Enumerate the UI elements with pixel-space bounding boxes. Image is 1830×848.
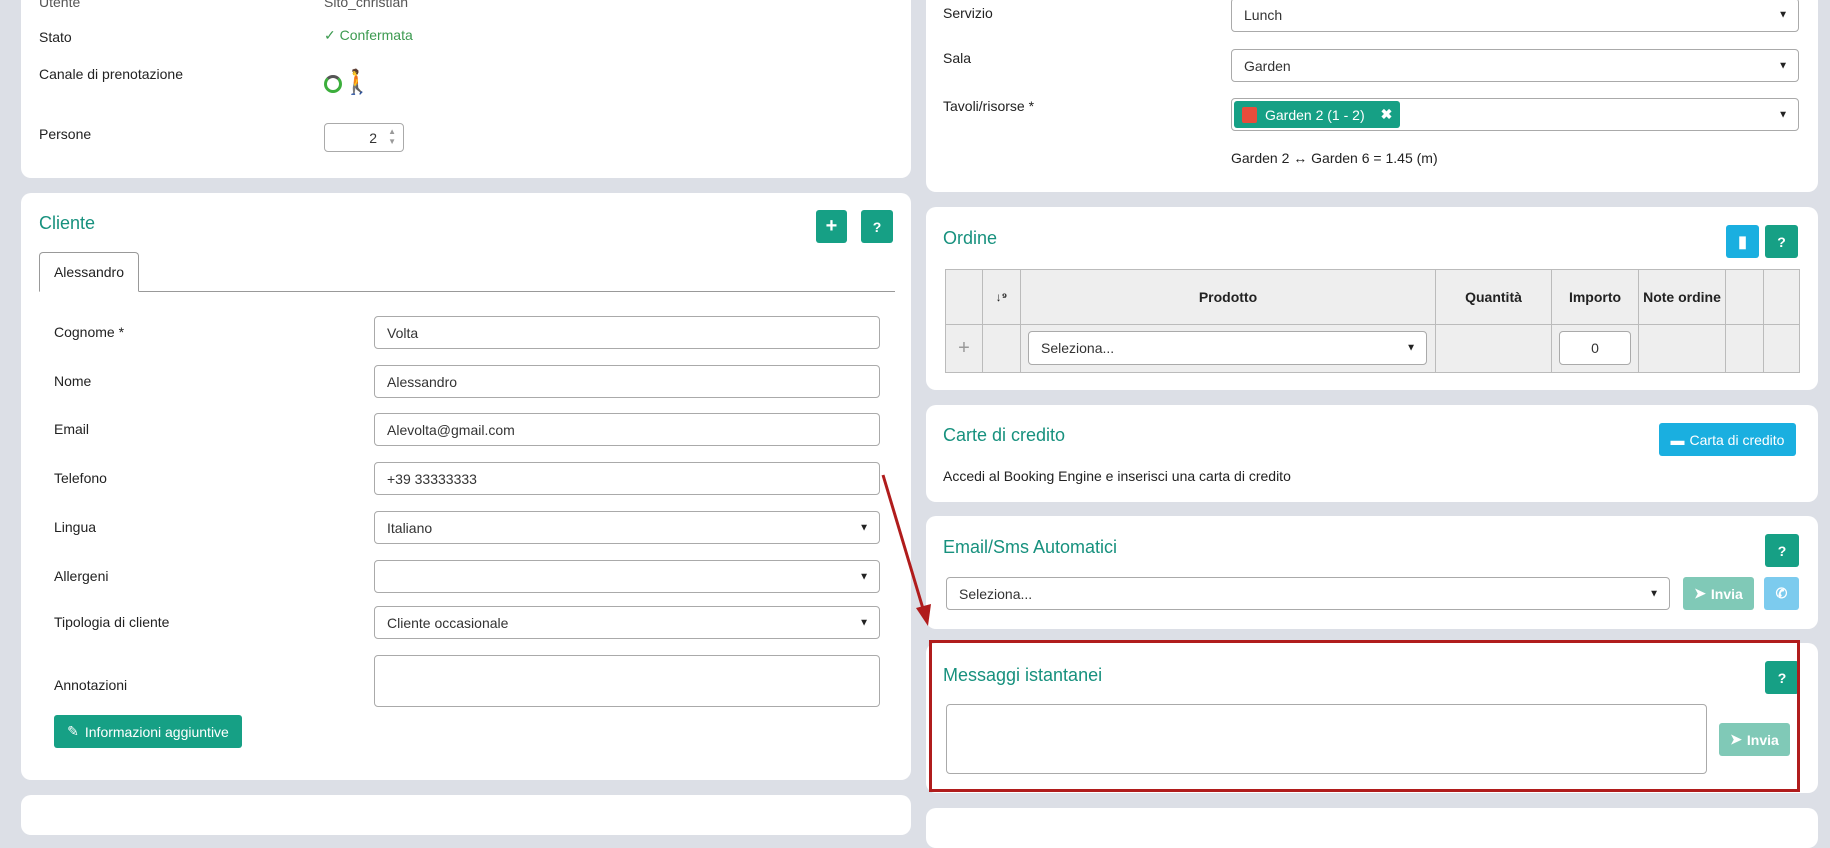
annotation-arrow bbox=[881, 474, 931, 626]
next-card bbox=[926, 808, 1818, 848]
